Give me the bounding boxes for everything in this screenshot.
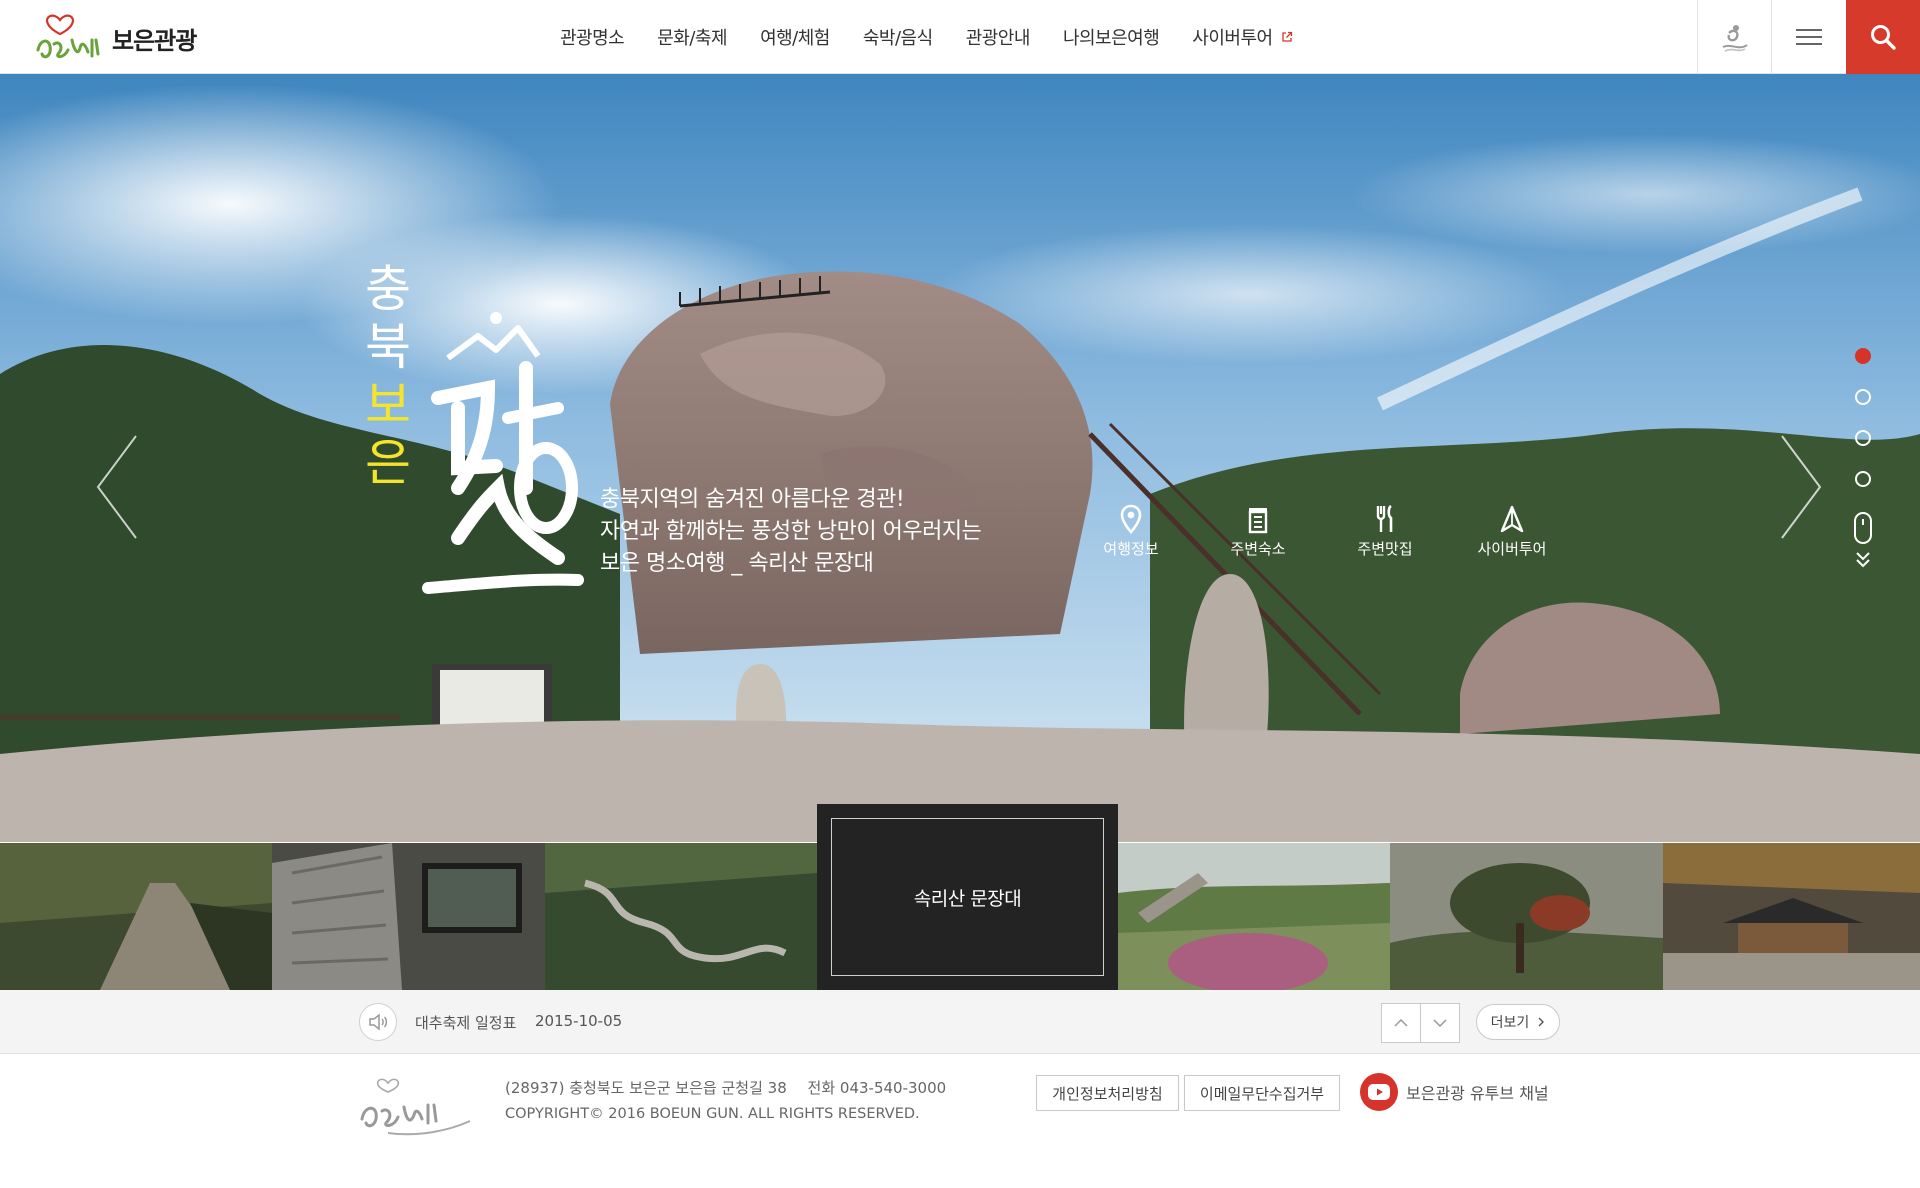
quick-link-nearby-lodging[interactable]: 주변숙소 bbox=[1208, 504, 1308, 559]
map-pin-icon bbox=[1120, 504, 1142, 534]
youtube-channel-link[interactable]: 보은관광 유투브 채널 bbox=[1360, 1073, 1549, 1111]
hero-vertical-title: 충 북 보 은 bbox=[358, 260, 418, 492]
county-symbol-button[interactable] bbox=[1697, 0, 1771, 74]
hero-title-char: 충 bbox=[365, 260, 411, 318]
more-button-label: 더보기 bbox=[1490, 1015, 1530, 1031]
quick-link-label: 주변숙소 bbox=[1230, 540, 1286, 558]
nav-item-culture-festival[interactable]: 문화/축제 bbox=[657, 24, 727, 50]
quick-link-cyber-tour[interactable]: 사이버투어 bbox=[1462, 504, 1562, 559]
next-slide-arrow-icon[interactable] bbox=[1776, 432, 1826, 542]
nav-item-cyber-tour-label: 사이버투어 bbox=[1192, 28, 1273, 49]
footer-logo-icon bbox=[360, 1078, 471, 1136]
nav-item-travel-experience[interactable]: 여행/체험 bbox=[760, 24, 830, 50]
thumbnail-winding-road[interactable] bbox=[545, 843, 817, 990]
quick-link-label: 주변맛집 bbox=[1357, 540, 1413, 558]
notice-prev-button[interactable] bbox=[1381, 1003, 1421, 1043]
notice-title-link[interactable]: 대추축제 일정표 bbox=[415, 1012, 516, 1033]
thumbnail-pine-tree-image bbox=[1390, 843, 1663, 990]
email-refusal-button[interactable]: 이메일무단수집거부 bbox=[1184, 1075, 1340, 1111]
nav-item-attractions[interactable]: 관광명소 bbox=[560, 24, 625, 50]
site-footer: (28937) 충청북도 보은군 보은읍 군청길 38 전화 043-540-3… bbox=[0, 1055, 1920, 1188]
prev-slide-arrow-icon[interactable] bbox=[92, 432, 142, 542]
hero-title-highlight-char: 은 bbox=[365, 434, 411, 492]
active-thumbnail-panel[interactable]: 속리산 문장대 bbox=[817, 804, 1118, 990]
hero-description: 충북지역의 숨겨진 아름다운 경관! 자연과 함께하는 풍성한 낭만이 어우러지… bbox=[600, 484, 982, 580]
quick-link-label: 여행정보 bbox=[1103, 540, 1159, 558]
fork-knife-icon bbox=[1376, 504, 1393, 532]
myeongso-calligraphy-icon bbox=[422, 312, 584, 594]
footer-address-text: (28937) 충청북도 보은군 보은읍 군청길 38 bbox=[505, 1079, 787, 1097]
slide-dot[interactable] bbox=[1855, 348, 1871, 364]
search-icon bbox=[1871, 25, 1896, 50]
nav-item-cyber-tour[interactable]: 사이버투어 bbox=[1192, 24, 1292, 50]
notice-next-button[interactable] bbox=[1420, 1003, 1460, 1043]
slide-pager bbox=[1854, 348, 1875, 574]
thumbnail-fortress-wall-image bbox=[272, 843, 545, 990]
footer-address: (28937) 충청북도 보은군 보은읍 군청길 38 전화 043-540-3… bbox=[505, 1077, 946, 1098]
nav-item-my-trip[interactable]: 나의보은여행 bbox=[1063, 24, 1160, 50]
thumbnail-forest-path[interactable] bbox=[0, 843, 272, 990]
quick-link-label: 사이버투어 bbox=[1477, 540, 1547, 558]
chevron-right-icon bbox=[1538, 1017, 1545, 1027]
thumbnail-fortress-wall[interactable] bbox=[272, 843, 545, 990]
footer-copyright: COPYRIGHT© 2016 BOEUN GUN. ALL RIGHTS RE… bbox=[505, 1106, 920, 1122]
hero-slider: 충 북 보 은 충북지역의 숨겨진 아름다운 경관! 자연과 함께하는 풍성한 … bbox=[0, 74, 1920, 842]
site-header: 보은관광 관광명소 문화/축제 여행/체험 숙박/음식 관광안내 나의보은여행 … bbox=[0, 0, 1920, 74]
chevron-down-icon bbox=[1433, 1019, 1447, 1027]
thumbnail-flower-hill[interactable] bbox=[1118, 843, 1390, 990]
footer-tel: 전화 043-540-3000 bbox=[807, 1079, 947, 1097]
speaker-icon bbox=[369, 1013, 388, 1031]
active-thumbnail-title: 속리산 문장대 bbox=[831, 818, 1104, 976]
notice-speaker bbox=[359, 1003, 397, 1041]
notice-more-button[interactable]: 더보기 bbox=[1476, 1004, 1560, 1040]
nav-item-tour-guide[interactable]: 관광안내 bbox=[966, 24, 1031, 50]
search-button[interactable] bbox=[1846, 0, 1920, 74]
hero-title-char: 북 bbox=[365, 318, 411, 376]
building-icon bbox=[1248, 508, 1268, 534]
scroll-mouse-icon[interactable] bbox=[1854, 512, 1872, 544]
hero-title-highlight-char: 보 bbox=[365, 376, 411, 434]
hero-background-image bbox=[0, 74, 1920, 842]
logo-emblem-icon bbox=[36, 14, 100, 59]
thumbnail-temple-image bbox=[1663, 843, 1920, 990]
scroll-down-chevron-icon bbox=[1856, 552, 1870, 568]
thumbnail-forest-path-image bbox=[0, 843, 272, 990]
slide-dot[interactable] bbox=[1855, 471, 1871, 487]
thumbnail-winding-road-image bbox=[545, 843, 817, 990]
main-nav: 관광명소 문화/축제 여행/체험 숙박/음식 관광안내 나의보은여행 사이버투어 bbox=[560, 0, 1326, 74]
site-logo[interactable]: 보은관광 bbox=[34, 8, 197, 68]
thumbnail-flower-hill-image bbox=[1118, 843, 1390, 990]
thumbnail-pine-tree[interactable] bbox=[1390, 843, 1663, 990]
menu-button[interactable] bbox=[1771, 0, 1845, 74]
hero-desc-line: 보은 명소여행 _ 속리산 문장대 bbox=[600, 551, 874, 576]
hero-desc-line: 충북지역의 숨겨진 아름다운 경관! bbox=[600, 487, 905, 512]
quick-link-nearby-restaurants[interactable]: 주변맛집 bbox=[1335, 504, 1435, 559]
slide-dot[interactable] bbox=[1855, 389, 1871, 405]
thumbnail-temple[interactable] bbox=[1663, 843, 1920, 990]
external-link-icon bbox=[1281, 31, 1292, 42]
privacy-policy-button[interactable]: 개인정보처리방침 bbox=[1036, 1075, 1179, 1111]
quick-link-travel-info[interactable]: 여행정보 bbox=[1081, 504, 1181, 559]
chevron-up-icon bbox=[1394, 1019, 1408, 1027]
notice-bar: 대추축제 일정표 2015-10-05 더보기 bbox=[0, 990, 1920, 1054]
county-symbol-icon bbox=[1722, 25, 1748, 52]
navigation-arrow-icon bbox=[1500, 505, 1524, 533]
nav-item-lodging-food[interactable]: 숙박/음식 bbox=[863, 24, 933, 50]
notice-date: 2015-10-05 bbox=[535, 1012, 623, 1030]
hamburger-icon bbox=[1795, 29, 1822, 45]
slide-dot[interactable] bbox=[1855, 430, 1871, 446]
hero-desc-line: 자연과 함께하는 풍성한 낭만이 어우러지는 bbox=[600, 519, 982, 544]
youtube-icon bbox=[1360, 1073, 1398, 1111]
logo-text: 보은관광 bbox=[112, 26, 197, 55]
youtube-channel-label: 보은관광 유투브 채널 bbox=[1406, 1084, 1549, 1103]
